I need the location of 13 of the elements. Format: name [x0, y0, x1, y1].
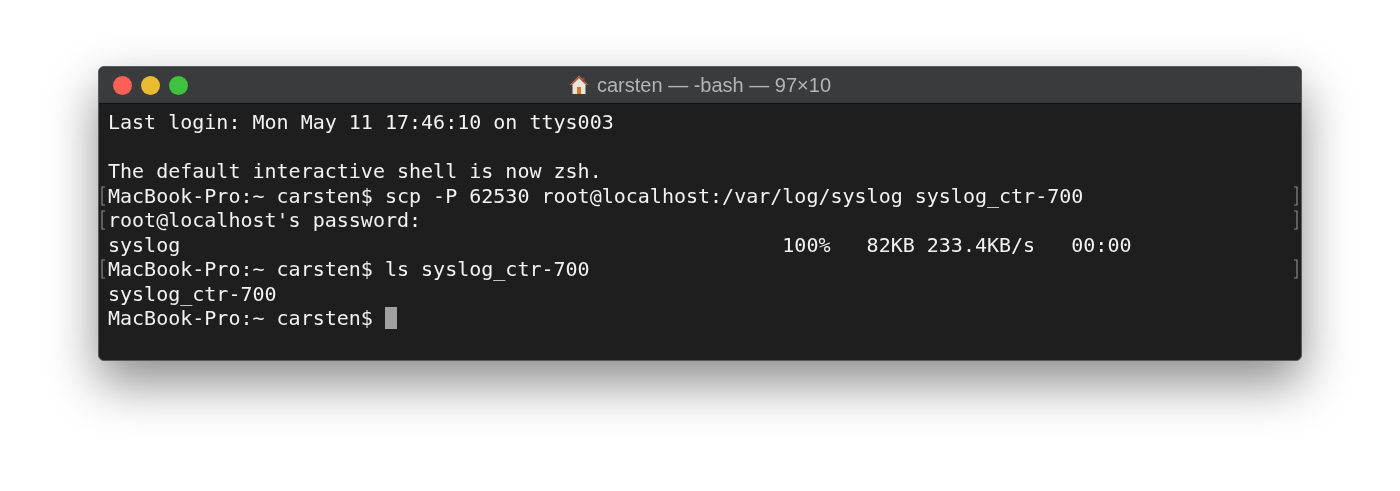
minimize-button[interactable] — [141, 75, 160, 95]
terminal-line: root@localhost's password: — [108, 210, 422, 231]
terminal-line: syslog 100% 82KB 233.4KB/s 00:00 — [108, 234, 1132, 255]
terminal-line: MacBook-Pro:~ carsten$ scp -P 62530 root@localhost:/var/log/syslog syslog_ctr-700 — [108, 185, 1084, 206]
terminal-line: MacBook-Pro:~ carsten$ — [108, 308, 374, 329]
close-button[interactable] — [113, 75, 132, 95]
terminal-line: Last login: Mon May 11 17:46:10 on ttys003 — [108, 112, 614, 133]
terminal-line: The default interactive shell is now zsh. — [108, 161, 602, 182]
terminal-line: syslog_ctr-700 — [108, 283, 277, 304]
terminal-line: MacBook-Pro:~ carsten$ ls syslog_ctr-700 — [108, 259, 590, 280]
zoom-button[interactable] — [169, 75, 188, 95]
house-icon — [569, 75, 589, 95]
window-title: carsten — -bash — 97×10 — [597, 73, 831, 98]
